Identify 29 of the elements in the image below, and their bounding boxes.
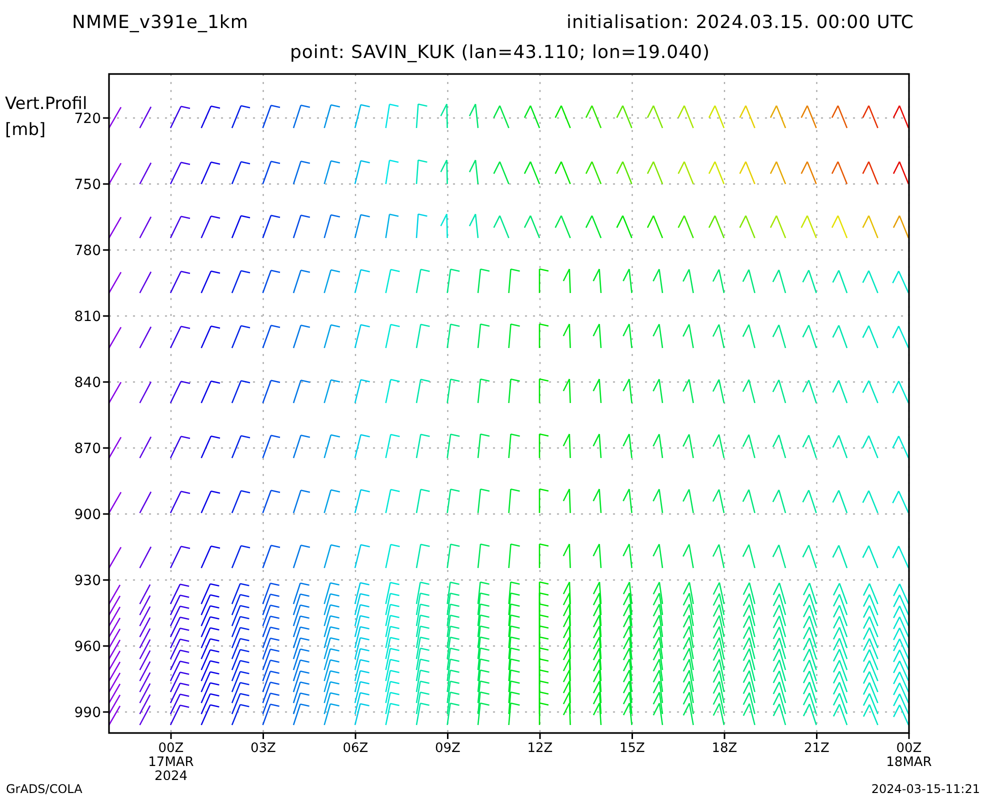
y-tick-label: 810 [74,309,101,325]
x-tick-label: 06Z [342,741,368,756]
y-tick-label: 870 [74,441,101,457]
y-tick-label: 780 [74,243,101,259]
x-tick-label: 15Z [620,741,645,756]
y-axis-title: Vert.Profil [5,93,88,114]
model-name: NMME_v391e_1km [72,12,248,32]
x-tick-label: 00Z [158,741,184,756]
x-tick-label: 09Z [435,741,460,756]
x-date-label: 17MAR [148,755,194,770]
y-tick-label: 930 [74,573,101,589]
y-tick-label: 990 [74,705,101,721]
software-credit: GrADS/COLA [6,782,82,796]
x-tick-label: 18Z [712,741,738,756]
x-tick-label: 12Z [527,741,553,756]
x-tick-label: 00Z [896,741,922,756]
x-date-label: 2024 [154,769,188,780]
y-tick-label: 720 [74,111,101,127]
y-tick-label: 900 [74,507,101,523]
y-tick-label: 750 [74,177,101,193]
initialisation-time: initialisation: 2024.03.15. 00:00 UTC [566,12,914,32]
point-title: point: SAVIN_KUK (lan=43.110; lon=19.040) [290,42,710,62]
x-date-label: 18MAR [886,755,932,770]
y-tick-label: 960 [74,639,101,655]
x-tick-label: 21Z [804,741,830,756]
x-tick-label: 03Z [250,741,276,756]
y-axis-unit: [mb] [5,119,46,142]
timestamp: 2024-03-15-11:21 [871,782,980,796]
y-tick-label: 840 [74,375,101,391]
